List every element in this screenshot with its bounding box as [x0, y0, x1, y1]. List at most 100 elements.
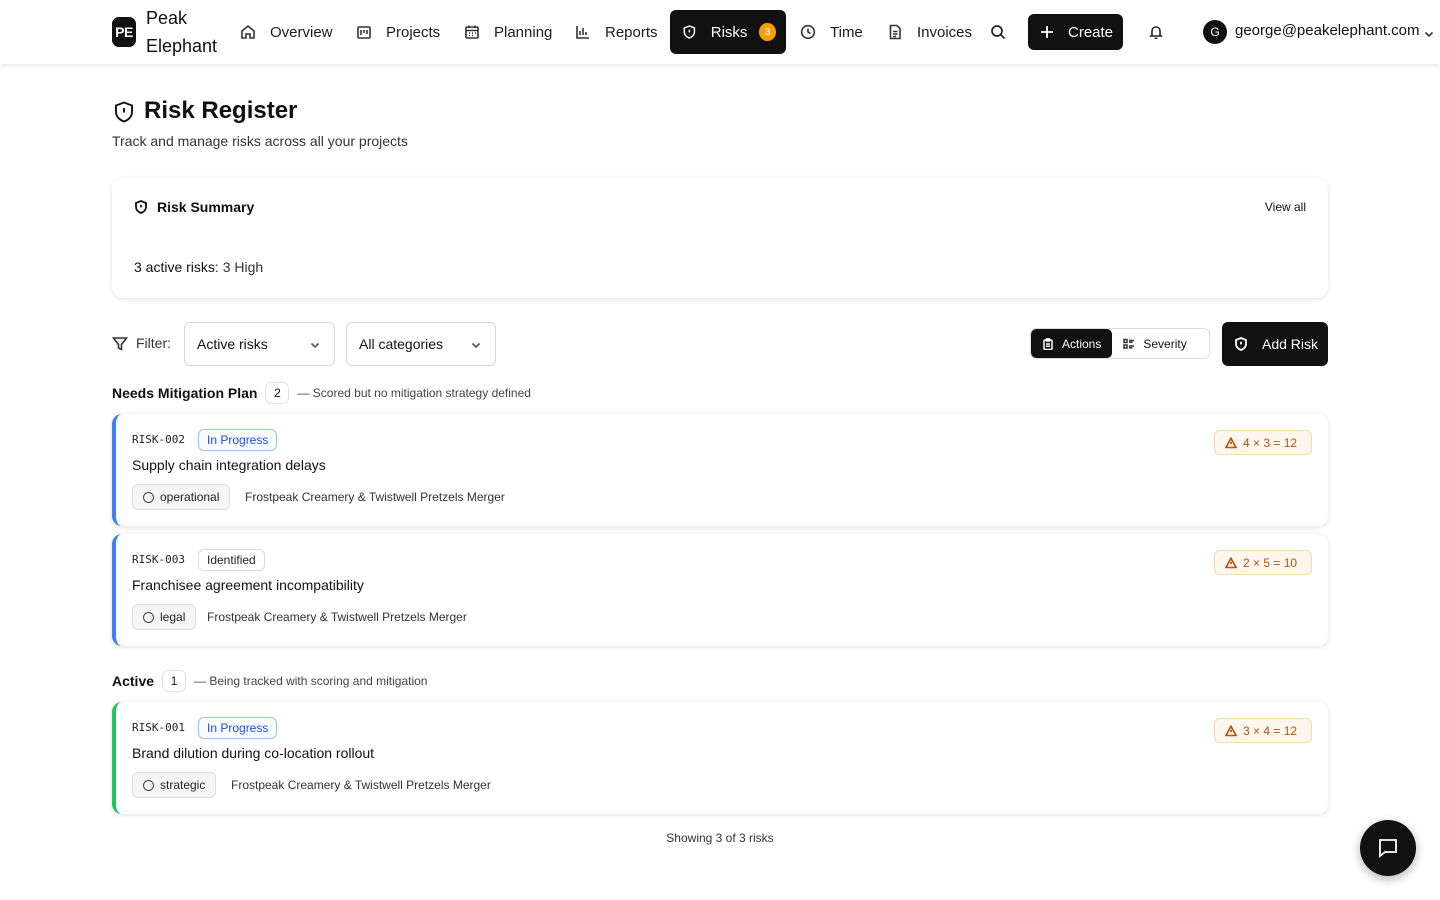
user-email[interactable]: george@peakelephant.com [1235, 22, 1420, 39]
circle-icon [143, 491, 154, 503]
nav-invoices[interactable]: Invoices [887, 10, 972, 54]
nav-risks-label: Risks [710, 23, 748, 41]
shield-icon [1235, 337, 1247, 351]
group-title: Active [112, 673, 155, 689]
risk-id: RISK-003 [132, 553, 185, 566]
nav-time[interactable]: Time [800, 10, 863, 54]
risk-summary-card: Risk Summary View all 3 active risks: 3 … [112, 178, 1328, 298]
risk-card[interactable]: RISK-003 Identified Franchisee agreement… [112, 534, 1328, 646]
circle-icon [143, 611, 154, 623]
nav-projects[interactable]: Projects [356, 10, 440, 54]
status-badge: Identified [198, 549, 265, 571]
group-header: Active 1 — Being tracked with scoring an… [112, 670, 427, 692]
category-label: strategic [160, 778, 206, 792]
projects-icon [357, 26, 371, 39]
chat-icon [1379, 839, 1397, 858]
nav-planning[interactable]: Planning [464, 10, 552, 54]
category-filter-value: All categories [359, 336, 444, 352]
warning-icon [1225, 556, 1237, 568]
risk-id: RISK-002 [132, 433, 185, 446]
chevron-down-icon [310, 342, 320, 349]
chevron-down-icon[interactable] [1424, 26, 1434, 38]
nav-risks[interactable]: Risks 3 [670, 10, 786, 54]
nav-invoices-label: Invoices [917, 23, 973, 41]
risk-score-badge: 4 × 3 = 12 [1214, 430, 1312, 455]
view-actions-toggle[interactable]: Actions [1031, 329, 1113, 358]
category-badge: strategic [132, 772, 217, 798]
group-header: Needs Mitigation Plan 2 — Scored but no … [112, 382, 531, 404]
top-navigation: PE Peak Elephant Overview Projects Plann… [0, 0, 1440, 64]
nav-reports-label: Reports [605, 23, 658, 41]
group-description: — Being tracked with scoring and mitigat… [194, 674, 428, 688]
bell-icon[interactable] [1148, 24, 1164, 40]
risk-card[interactable]: RISK-002 In Progress Supply chain integr… [112, 414, 1328, 526]
brand-name[interactable]: Peak Elephant [146, 4, 236, 60]
shield-icon [134, 200, 148, 214]
category-badge: operational [132, 484, 231, 510]
status-badge: In Progress [198, 717, 278, 739]
project-name: Frostpeak Creamery & Twistwell Pretzels … [207, 610, 467, 624]
project-name: Frostpeak Creamery & Twistwell Pretzels … [245, 490, 505, 504]
results-count: Showing 3 of 3 risks [666, 831, 774, 845]
view-severity-label: Severity [1143, 336, 1187, 351]
list-icon [1123, 338, 1135, 349]
nav-projects-label: Projects [386, 23, 441, 41]
category-label: operational [160, 490, 220, 504]
filter-icon [111, 336, 129, 352]
view-all-link[interactable]: View all [1265, 200, 1306, 214]
category-label: legal [160, 610, 186, 624]
create-button[interactable]: Create [1028, 14, 1123, 50]
status-badge: In Progress [198, 429, 278, 451]
filter-label: Filter: [136, 335, 171, 351]
nav-time-label: Time [830, 23, 863, 41]
status-filter-select[interactable]: Active risks [184, 322, 335, 366]
view-actions-label: Actions [1062, 336, 1102, 351]
page-title: Risk Register [144, 97, 298, 124]
summary-title: Risk Summary [157, 199, 255, 215]
add-risk-label: Add Risk [1262, 336, 1319, 352]
group-count: 1 [162, 670, 187, 692]
risk-id: RISK-001 [132, 721, 185, 734]
risk-title: Supply chain integration delays [132, 457, 326, 473]
risk-score: 2 × 5 = 10 [1243, 555, 1298, 570]
risk-score-badge: 3 × 4 = 12 [1214, 718, 1312, 743]
shield-icon [683, 25, 696, 39]
summary-count: 3 active risks: 3 High [134, 259, 263, 275]
calendar-icon [465, 25, 479, 39]
nav-planning-label: Planning [494, 23, 553, 41]
risk-score-badge: 2 × 5 = 10 [1214, 550, 1312, 575]
home-icon [241, 24, 255, 39]
nav-reports[interactable]: Reports [575, 10, 658, 54]
chevron-down-icon [471, 342, 481, 349]
page-subtitle: Track and manage risks across all your p… [112, 133, 408, 149]
warning-icon [1225, 436, 1237, 448]
clock-icon [800, 24, 816, 40]
risk-title: Brand dilution during co-location rollou… [132, 745, 375, 761]
risk-score: 4 × 3 = 12 [1243, 435, 1298, 450]
nav-overview-label: Overview [270, 23, 333, 41]
group-count: 2 [265, 382, 290, 404]
group-title: Needs Mitigation Plan [112, 385, 258, 401]
active-risk-count: 3 active risks [134, 259, 215, 275]
avatar[interactable]: G [1203, 20, 1227, 44]
brand-logo[interactable]: PE [112, 17, 136, 47]
shield-icon [112, 100, 136, 124]
view-toggle: Actions Severity [1030, 328, 1210, 359]
clipboard-icon [1043, 337, 1053, 350]
severity-breakdown: : 3 High [214, 259, 264, 275]
project-name: Frostpeak Creamery & Twistwell Pretzels … [231, 778, 491, 792]
status-filter-value: Active risks [197, 336, 268, 352]
category-filter-select[interactable]: All categories [346, 322, 496, 366]
risk-card[interactable]: RISK-001 In Progress Brand dilution duri… [112, 702, 1328, 814]
risks-count-badge: 3 [759, 23, 776, 41]
risk-score: 3 × 4 = 12 [1243, 723, 1298, 738]
nav-overview[interactable]: Overview [240, 10, 333, 54]
chat-button[interactable] [1360, 820, 1416, 876]
file-icon [889, 24, 901, 40]
search-icon[interactable] [990, 24, 1006, 40]
category-badge: legal [132, 604, 197, 630]
view-severity-toggle[interactable]: Severity [1112, 329, 1197, 358]
warning-icon [1225, 724, 1237, 736]
add-risk-button[interactable]: Add Risk [1222, 322, 1328, 366]
create-button-label: Create [1068, 23, 1114, 41]
